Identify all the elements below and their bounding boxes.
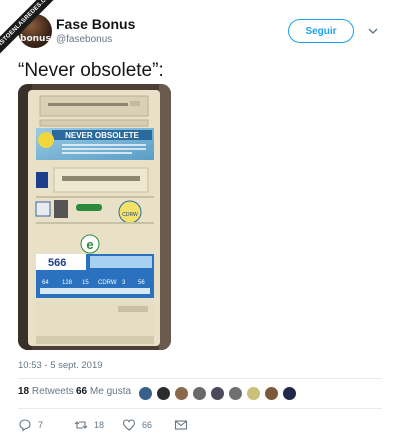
- divider: [18, 408, 382, 409]
- reply-button[interactable]: 7: [18, 416, 43, 434]
- liker-avatar[interactable]: [264, 386, 279, 401]
- photo-spec-1: 64: [42, 280, 49, 286]
- tweet-timestamp[interactable]: 10:53 - 5 sept. 2019: [18, 360, 103, 371]
- likes-label: Me gusta: [89, 386, 132, 397]
- direct-message-button[interactable]: [174, 416, 188, 434]
- divider: [18, 378, 382, 379]
- liker-avatar[interactable]: [138, 386, 153, 401]
- retweets-label: Retweets: [31, 386, 74, 397]
- reply-count: 7: [38, 420, 44, 430]
- photo-spec-3: 15: [82, 280, 89, 286]
- photo-e-text: e: [86, 237, 93, 252]
- retweet-button[interactable]: 18: [74, 416, 104, 434]
- site-watermark-ribbon: VISTOENLASREDES.COM: [0, 0, 54, 54]
- liker-avatar[interactable]: [282, 386, 297, 401]
- tweet-actions: 7 18 66: [18, 416, 382, 434]
- tweet-text: “Never obsolete”:: [18, 60, 164, 81]
- tweet-header: bonus Fase Bonus @fasebonus Seguir: [18, 14, 382, 54]
- photo-spec-4: CDRW: [98, 280, 117, 286]
- photo-spec-6: 56: [138, 280, 145, 286]
- mail-icon: [174, 420, 188, 430]
- like-button[interactable]: 66: [122, 416, 152, 434]
- retweet-count: 18: [94, 420, 105, 430]
- liker-avatar[interactable]: [192, 386, 207, 401]
- retweets-count: 18: [18, 386, 30, 397]
- likes-stat[interactable]: 66 Me gusta: [76, 386, 131, 397]
- retweet-icon: [74, 421, 88, 429]
- liker-avatar[interactable]: [228, 386, 243, 401]
- photo-model-text: 566: [48, 257, 66, 269]
- chevron-down-icon[interactable]: [366, 24, 380, 38]
- retweets-stat[interactable]: 18 Retweets: [18, 386, 74, 397]
- likes-count: 66: [76, 386, 88, 397]
- photo-spec-2: 128: [62, 280, 73, 286]
- liker-avatar[interactable]: [156, 386, 171, 401]
- photo-cdrw-text: CDRW: [122, 212, 138, 218]
- computer-tower-image: NEVER OBSOLETE CDRW e 566 64 128 15 CDRW…: [18, 84, 171, 350]
- reply-icon: [19, 419, 31, 432]
- account-name[interactable]: Fase Bonus: [56, 16, 135, 32]
- watermark-text: VISTOENLASREDES.COM: [0, 0, 54, 54]
- follow-button[interactable]: Seguir: [288, 19, 354, 43]
- liker-avatar[interactable]: [210, 386, 225, 401]
- liker-avatar[interactable]: [246, 386, 261, 401]
- liker-avatar[interactable]: [174, 386, 189, 401]
- heart-icon: [122, 419, 136, 431]
- tweet-photo[interactable]: NEVER OBSOLETE CDRW e 566 64 128 15 CDRW…: [18, 84, 171, 350]
- photo-banner-text: NEVER OBSOLETE: [65, 131, 139, 140]
- like-count: 66: [142, 420, 153, 430]
- account-handle[interactable]: @fasebonus: [56, 34, 112, 45]
